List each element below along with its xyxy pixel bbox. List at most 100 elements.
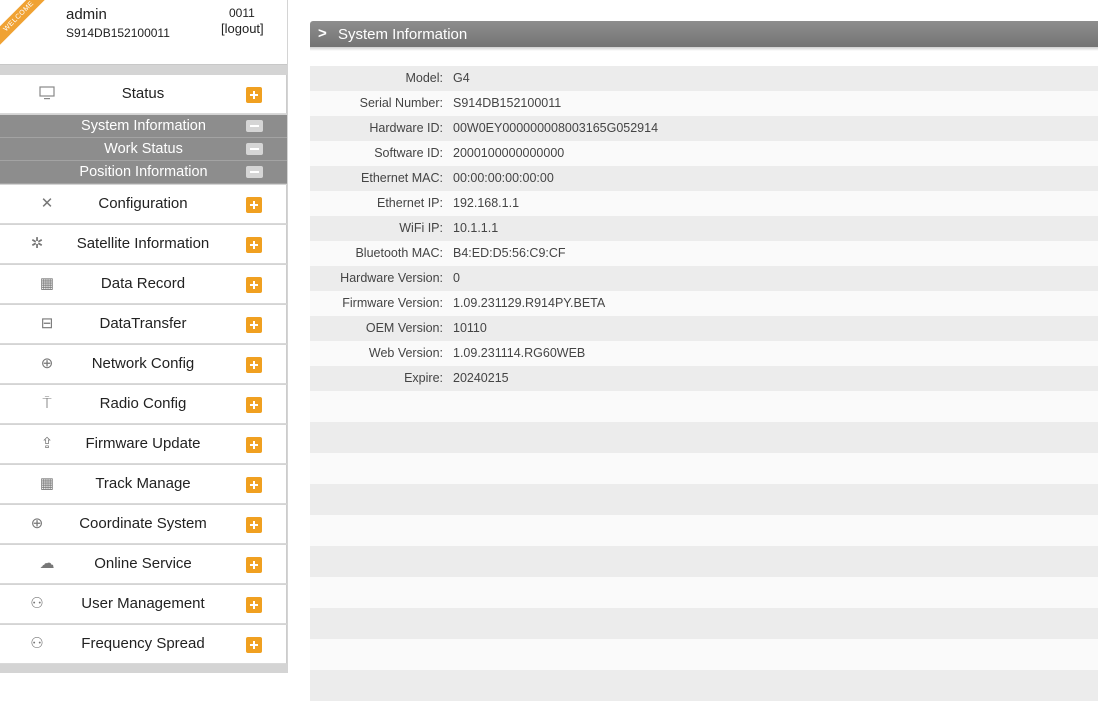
table-row: WiFi IP: 10.1.1.1 xyxy=(310,216,1098,241)
field-label: Ethernet IP: xyxy=(376,196,443,210)
table-row: Web Version: 1.09.231114.RG60WEB xyxy=(310,341,1098,366)
users-icon: ⚇ xyxy=(30,595,44,612)
expand-icon[interactable] xyxy=(246,317,262,333)
menu-radio-config[interactable]: ⍑ Radio Config xyxy=(0,385,287,424)
field-label: Software ID: xyxy=(374,146,443,160)
logout-link[interactable]: [logout] xyxy=(221,21,264,36)
page-title: System Information xyxy=(338,26,468,43)
cloud-icon: ☁ xyxy=(39,555,55,572)
table-row xyxy=(310,639,1098,670)
table-row xyxy=(310,453,1098,484)
field-value: 00:00:00:00:00:00 xyxy=(453,171,554,185)
menu-label: Frequency Spread xyxy=(81,635,205,652)
field-value: 20240215 xyxy=(453,371,509,385)
expand-icon[interactable] xyxy=(246,87,262,103)
main-content: > System Information Model: G4 Serial Numb… xyxy=(310,21,1098,701)
submenu-work-status[interactable]: Work Status xyxy=(0,138,287,161)
expand-icon[interactable] xyxy=(246,397,262,413)
menu-network-config[interactable]: ⊕ Network Config xyxy=(0,345,287,384)
field-value: G4 xyxy=(453,71,470,85)
collapse-icon[interactable] xyxy=(246,143,263,155)
table-row xyxy=(310,670,1098,701)
menu-label: Firmware Update xyxy=(85,435,201,452)
submenu-system-information[interactable]: System Information xyxy=(0,115,287,138)
table-row: Serial Number: S914DB152100011 xyxy=(310,91,1098,116)
expand-icon[interactable] xyxy=(246,437,262,453)
table-row: Hardware Version: 0 xyxy=(310,266,1098,291)
satellite-icon: ✲ xyxy=(30,235,44,252)
menu-label: Coordinate System xyxy=(79,515,207,532)
submenu-label: Position Information xyxy=(79,164,208,180)
field-label: Firmware Version: xyxy=(342,296,443,310)
system-info-table: Model: G4 Serial Number: S914DB152100011 Har… xyxy=(310,66,1098,701)
table-row: Hardware ID: 00W0EY000000008003165G052914 xyxy=(310,116,1098,141)
table-row xyxy=(310,608,1098,639)
expand-icon[interactable] xyxy=(246,477,262,493)
globe-icon: ⊕ xyxy=(40,355,54,372)
menu-online-service[interactable]: ☁ Online Service xyxy=(0,545,287,584)
field-value: 0 xyxy=(453,271,460,285)
menu-label: Data Record xyxy=(100,275,186,292)
menu-label: Radio Config xyxy=(99,395,187,412)
expand-icon[interactable] xyxy=(246,357,262,373)
expand-icon[interactable] xyxy=(246,237,262,253)
menu-status[interactable]: Status xyxy=(0,75,287,114)
menu-label: Track Manage xyxy=(95,475,191,492)
field-label: Hardware Version: xyxy=(340,271,443,285)
field-value: 1.09.231129.R914PY.BETA xyxy=(453,296,606,310)
field-label: Bluetooth MAC: xyxy=(355,246,443,260)
submenu-label: System Information xyxy=(81,118,206,134)
table-row xyxy=(310,422,1098,453)
welcome-ribbon: WELCOME xyxy=(0,0,50,50)
menu-label: Status xyxy=(121,85,165,102)
expand-icon[interactable] xyxy=(246,637,262,653)
device-serial: S914DB152100011 xyxy=(66,26,170,40)
field-label: Ethernet MAC: xyxy=(361,171,443,185)
menu-label: Satellite Information xyxy=(76,235,210,252)
menu-data-record[interactable]: ▦ Data Record xyxy=(0,265,287,304)
antenna-icon: ⍑ xyxy=(42,395,52,412)
table-row xyxy=(310,577,1098,608)
collapse-icon[interactable] xyxy=(246,166,263,178)
expand-icon[interactable] xyxy=(246,197,262,213)
welcome-ribbon-text: WELCOME xyxy=(0,0,49,46)
menu-coordinate-system[interactable]: ⊕ Coordinate System xyxy=(0,505,287,544)
field-label: Expire: xyxy=(404,371,443,385)
field-value: S914DB152100011 xyxy=(453,96,562,110)
table-row xyxy=(310,515,1098,546)
field-value: 10.1.1.1 xyxy=(453,221,499,235)
menu-frequency-spread[interactable]: ⚇ Frequency Spread xyxy=(0,625,287,664)
expand-icon[interactable] xyxy=(246,557,262,573)
table-row: Firmware Version: 1.09.231129.R914PY.BETA xyxy=(310,291,1098,316)
calendar-icon: ▦ xyxy=(39,275,55,292)
expand-icon[interactable] xyxy=(246,277,262,293)
table-row: Model: G4 xyxy=(310,66,1098,91)
menu-configuration[interactable]: ✕ Configuration xyxy=(0,185,287,224)
table-row: Software ID: 2000100000000000 xyxy=(310,141,1098,166)
menu-user-management[interactable]: ⚇ User Management xyxy=(0,585,287,624)
globe-icon: ⊕ xyxy=(30,515,44,532)
field-label: Hardware ID: xyxy=(369,121,443,135)
user-panel: WELCOME admin S914DB152100011 0011 [logo… xyxy=(0,0,287,65)
table-row: Ethernet IP: 192.168.1.1 xyxy=(310,191,1098,216)
menu-firmware-update[interactable]: ⇪ Firmware Update xyxy=(0,425,287,464)
menu-datatransfer[interactable]: ⊟ DataTransfer xyxy=(0,305,287,344)
menu-label: DataTransfer xyxy=(99,315,187,332)
field-value: 2000100000000000 xyxy=(453,146,565,160)
calendar-icon: ▦ xyxy=(39,475,55,492)
table-row: Bluetooth MAC: B4:ED:D5:56:C9:CF xyxy=(310,241,1098,266)
field-label: Serial Number: xyxy=(359,96,443,110)
submenu-position-information[interactable]: Position Information xyxy=(0,161,287,184)
table-row: Ethernet MAC: 00:00:00:00:00:00 xyxy=(310,166,1098,191)
menu-label: Configuration xyxy=(98,195,188,212)
sidebar: WELCOME admin S914DB152100011 0011 [logo… xyxy=(0,0,288,673)
menu-satellite-information[interactable]: ✲ Satellite Information xyxy=(0,225,287,264)
collapse-icon[interactable] xyxy=(246,120,263,132)
menu-track-manage[interactable]: ▦ Track Manage xyxy=(0,465,287,504)
expand-icon[interactable] xyxy=(246,597,262,613)
field-value: 192.168.1.1 xyxy=(453,196,520,210)
monitor-icon xyxy=(38,85,56,103)
field-value: 10110 xyxy=(453,321,487,335)
table-row xyxy=(310,546,1098,577)
expand-icon[interactable] xyxy=(246,517,262,533)
